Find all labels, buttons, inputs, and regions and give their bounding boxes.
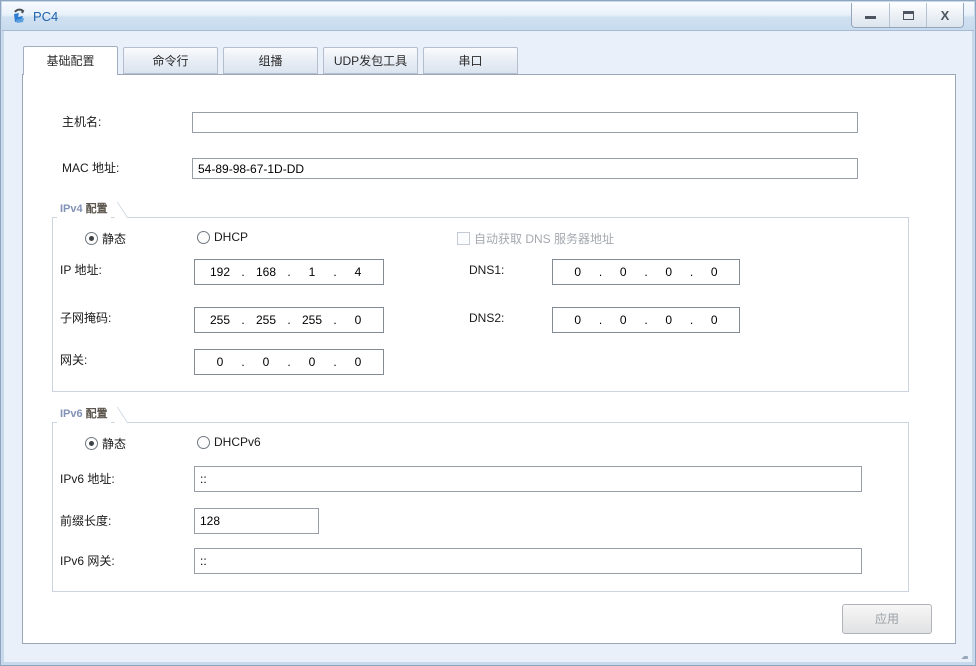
ipv6-gateway-input[interactable]	[194, 548, 862, 574]
gw-octet-1[interactable]: 0	[201, 355, 239, 369]
octet-separator: .	[285, 265, 293, 279]
dns1-octet-4[interactable]: 0	[696, 265, 734, 279]
tab-udp-tool[interactable]: UDP发包工具	[323, 47, 418, 74]
octet-separator: .	[285, 355, 293, 369]
octet-separator: .	[331, 355, 339, 369]
maximize-button[interactable]	[889, 3, 926, 27]
ipv6-gateway-label: IPv6 网关:	[60, 550, 115, 572]
radio-icon	[85, 437, 98, 450]
titlebar[interactable]: PC4 X	[2, 2, 974, 31]
ip-octet-3[interactable]: 1	[293, 265, 331, 279]
auto-dns-label: 自动获取 DNS 服务器地址	[474, 230, 614, 247]
close-button[interactable]: X	[926, 3, 963, 27]
ipv6-group: IPv6配置 静态 DHCPv6 IPv6 地址: 前缀长度: IPv6 网关:	[52, 406, 909, 592]
octet-separator: .	[285, 313, 293, 327]
ip-octet-2[interactable]: 168	[247, 265, 285, 279]
ipv4-dhcp-label: DHCP	[214, 230, 248, 244]
gw-octet-3[interactable]: 0	[293, 355, 331, 369]
subnet-mask-label: 子网掩码:	[60, 307, 111, 329]
dns1-octet-3[interactable]: 0	[650, 265, 688, 279]
dns2-label: DNS2:	[469, 307, 504, 329]
close-icon: X	[941, 9, 950, 22]
ipv6-static-label: 静态	[102, 435, 126, 452]
dns2-octet-1[interactable]: 0	[559, 313, 597, 327]
dns2-octet-3[interactable]: 0	[650, 313, 688, 327]
mask-octet-4[interactable]: 0	[339, 313, 377, 327]
hostname-input[interactable]	[192, 112, 858, 133]
octet-separator: .	[642, 313, 650, 327]
octet-separator: .	[688, 313, 696, 327]
dns1-field[interactable]: 0.0.0.0	[552, 259, 740, 285]
ipv4-group: IPv4配置 静态 DHCP 自动获取 DNS 服务器地址 IP 地址: 192…	[52, 201, 909, 392]
ipv4-static-radio[interactable]: 静态	[85, 230, 126, 247]
ip-octet-4[interactable]: 4	[339, 265, 377, 279]
prefix-length-label: 前缀长度:	[60, 510, 111, 532]
ipv4-dhcp-radio[interactable]: DHCP	[197, 230, 248, 244]
pc-config-window: PC4 X 基础配置 命令行 组播 UDP发包工具 串口 主机名: MAC 地址…	[0, 0, 976, 666]
octet-separator: .	[688, 265, 696, 279]
dns1-label: DNS1:	[469, 259, 504, 281]
mask-octet-2[interactable]: 255	[247, 313, 285, 327]
ipv6-address-label: IPv6 地址:	[60, 468, 115, 490]
ipv6-address-input[interactable]	[194, 466, 862, 492]
dns2-octet-2[interactable]: 0	[605, 313, 643, 327]
tab-serial[interactable]: 串口	[423, 47, 518, 74]
octet-separator: .	[597, 265, 605, 279]
mask-octet-3[interactable]: 255	[293, 313, 331, 327]
mac-label: MAC 地址:	[62, 157, 119, 179]
octet-separator: .	[331, 313, 339, 327]
window-title: PC4	[33, 2, 58, 31]
apply-button[interactable]: 应用	[842, 604, 932, 634]
radio-icon	[85, 232, 98, 245]
radio-icon	[197, 231, 210, 244]
dns2-field[interactable]: 0.0.0.0	[552, 307, 740, 333]
ipv6-dhcpv6-radio[interactable]: DHCPv6	[197, 435, 261, 449]
ipv6-dhcpv6-label: DHCPv6	[214, 435, 261, 449]
dns1-octet-1[interactable]: 0	[559, 265, 597, 279]
prefix-length-input[interactable]	[194, 508, 319, 534]
mac-input[interactable]	[192, 158, 858, 179]
basic-config-panel: 主机名: MAC 地址: IPv4配置 静态 DHCP 自动获取 DNS 服务器…	[22, 74, 956, 644]
window-controls: X	[851, 3, 964, 28]
minimize-icon	[865, 16, 876, 19]
gateway-field[interactable]: 0.0.0.0	[194, 349, 384, 375]
octet-separator: .	[239, 265, 247, 279]
ipv4-static-label: 静态	[102, 230, 126, 247]
ip-address-label: IP 地址:	[60, 259, 102, 281]
dns1-octet-2[interactable]: 0	[605, 265, 643, 279]
octet-separator: .	[239, 355, 247, 369]
octet-separator: .	[597, 313, 605, 327]
minimize-button[interactable]	[852, 3, 889, 27]
octet-separator: .	[331, 265, 339, 279]
tab-multicast[interactable]: 组播	[223, 47, 318, 74]
octet-separator: .	[239, 313, 247, 327]
radio-icon	[197, 436, 210, 449]
auto-dns-checkbox[interactable]: 自动获取 DNS 服务器地址	[457, 230, 614, 247]
gateway-label: 网关:	[60, 349, 87, 371]
ipv6-group-title: IPv6配置	[57, 406, 111, 423]
ip-address-field[interactable]: 192.168.1.4	[194, 259, 384, 285]
resize-grip[interactable]	[960, 656, 968, 659]
dns2-octet-4[interactable]: 0	[696, 313, 734, 327]
subnet-mask-field[interactable]: 255.255.255.0	[194, 307, 384, 333]
gw-octet-2[interactable]: 0	[247, 355, 285, 369]
mask-octet-1[interactable]: 255	[201, 313, 239, 327]
octet-separator: .	[642, 265, 650, 279]
tab-basic-config[interactable]: 基础配置	[23, 46, 118, 75]
checkbox-icon	[457, 232, 470, 245]
ensp-app-icon	[11, 8, 29, 25]
ip-octet-1[interactable]: 192	[201, 265, 239, 279]
tab-command-line[interactable]: 命令行	[123, 47, 218, 74]
hostname-label: 主机名:	[62, 111, 101, 133]
maximize-icon	[903, 11, 914, 20]
gw-octet-4[interactable]: 0	[339, 355, 377, 369]
ipv6-static-radio[interactable]: 静态	[85, 435, 126, 452]
ipv4-group-title: IPv4配置	[57, 201, 111, 218]
